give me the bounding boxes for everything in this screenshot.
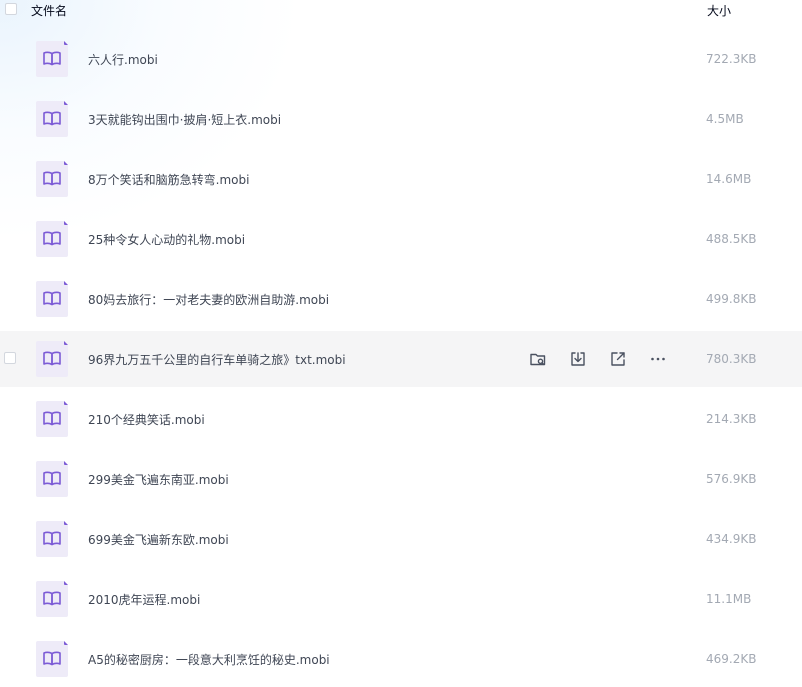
ebook-file-icon (36, 581, 68, 617)
file-name[interactable]: 210个经典笑话.mobi (88, 411, 205, 428)
file-name[interactable]: 96界九万五千公里的自行车单骑之旅》txt.mobi (88, 351, 346, 368)
ebook-file-icon (36, 281, 68, 317)
ebook-file-icon (36, 161, 68, 197)
folder-link-icon[interactable] (528, 349, 548, 369)
file-size: 488.5KB (706, 232, 757, 246)
ebook-file-icon (36, 461, 68, 497)
file-row[interactable]: 210个经典笑话.mobi 214.3KB (0, 391, 802, 447)
file-name[interactable]: 80妈去旅行：一对老夫妻的欧洲自助游.mobi (88, 291, 329, 308)
file-size: 434.9KB (706, 532, 757, 546)
download-icon[interactable] (568, 349, 588, 369)
file-size: 14.6MB (706, 172, 752, 186)
file-size: 11.1MB (706, 592, 752, 606)
file-row[interactable]: 2010虎年运程.mobi 11.1MB (0, 571, 802, 627)
file-row[interactable]: 80妈去旅行：一对老夫妻的欧洲自助游.mobi 499.8KB (0, 271, 802, 327)
file-name[interactable]: 3天就能钩出围巾·披肩·短上衣.mobi (88, 111, 281, 128)
file-name[interactable]: 25种令女人心动的礼物.mobi (88, 231, 245, 248)
file-size: 469.2KB (706, 652, 757, 666)
file-row[interactable]: 8万个笑话和脑筋急转弯.mobi 14.6MB (0, 151, 802, 207)
more-icon[interactable] (648, 349, 668, 369)
ebook-file-icon (36, 641, 68, 677)
file-row[interactable]: A5的秘密厨房：一段意大利烹饪的秘史.mobi 469.2KB (0, 631, 802, 687)
file-name[interactable]: 8万个笑话和脑筋急转弯.mobi (88, 171, 249, 188)
file-row-hovered[interactable]: 96界九万五千公里的自行车单骑之旅》txt.mobi 780.3KB (0, 331, 802, 387)
file-name[interactable]: 六人行.mobi (88, 51, 158, 68)
share-icon[interactable] (608, 349, 628, 369)
file-name[interactable]: 699美金飞遍新东欧.mobi (88, 531, 229, 548)
file-size: 4.5MB (706, 112, 744, 126)
file-row[interactable]: 25种令女人心动的礼物.mobi 488.5KB (0, 211, 802, 267)
file-name[interactable]: 2010虎年运程.mobi (88, 591, 200, 608)
ebook-file-icon (36, 41, 68, 77)
file-row[interactable]: 699美金飞遍新东欧.mobi 434.9KB (0, 511, 802, 567)
file-size: 499.8KB (706, 292, 757, 306)
file-size: 722.3KB (706, 52, 757, 66)
file-row[interactable]: 六人行.mobi 722.3KB (0, 31, 802, 87)
file-size: 780.3KB (706, 352, 757, 366)
ebook-file-icon (36, 101, 68, 137)
row-checkbox[interactable] (4, 352, 16, 364)
ebook-file-icon (36, 521, 68, 557)
file-row[interactable]: 299美金飞遍东南亚.mobi 576.9KB (0, 451, 802, 507)
ebook-file-icon (36, 221, 68, 257)
select-all-checkbox[interactable] (5, 3, 17, 15)
file-row[interactable]: 3天就能钩出围巾·披肩·短上衣.mobi 4.5MB (0, 91, 802, 147)
file-size: 214.3KB (706, 412, 757, 426)
column-header-size[interactable]: 大小 (707, 2, 731, 19)
column-header-name[interactable]: 文件名 (31, 2, 67, 19)
ebook-file-icon (36, 341, 68, 377)
ebook-file-icon (36, 401, 68, 437)
file-name[interactable]: A5的秘密厨房：一段意大利烹饪的秘史.mobi (88, 651, 330, 668)
file-size: 576.9KB (706, 472, 757, 486)
file-name[interactable]: 299美金飞遍东南亚.mobi (88, 471, 229, 488)
file-list-header: 文件名 大小 (0, 0, 802, 22)
